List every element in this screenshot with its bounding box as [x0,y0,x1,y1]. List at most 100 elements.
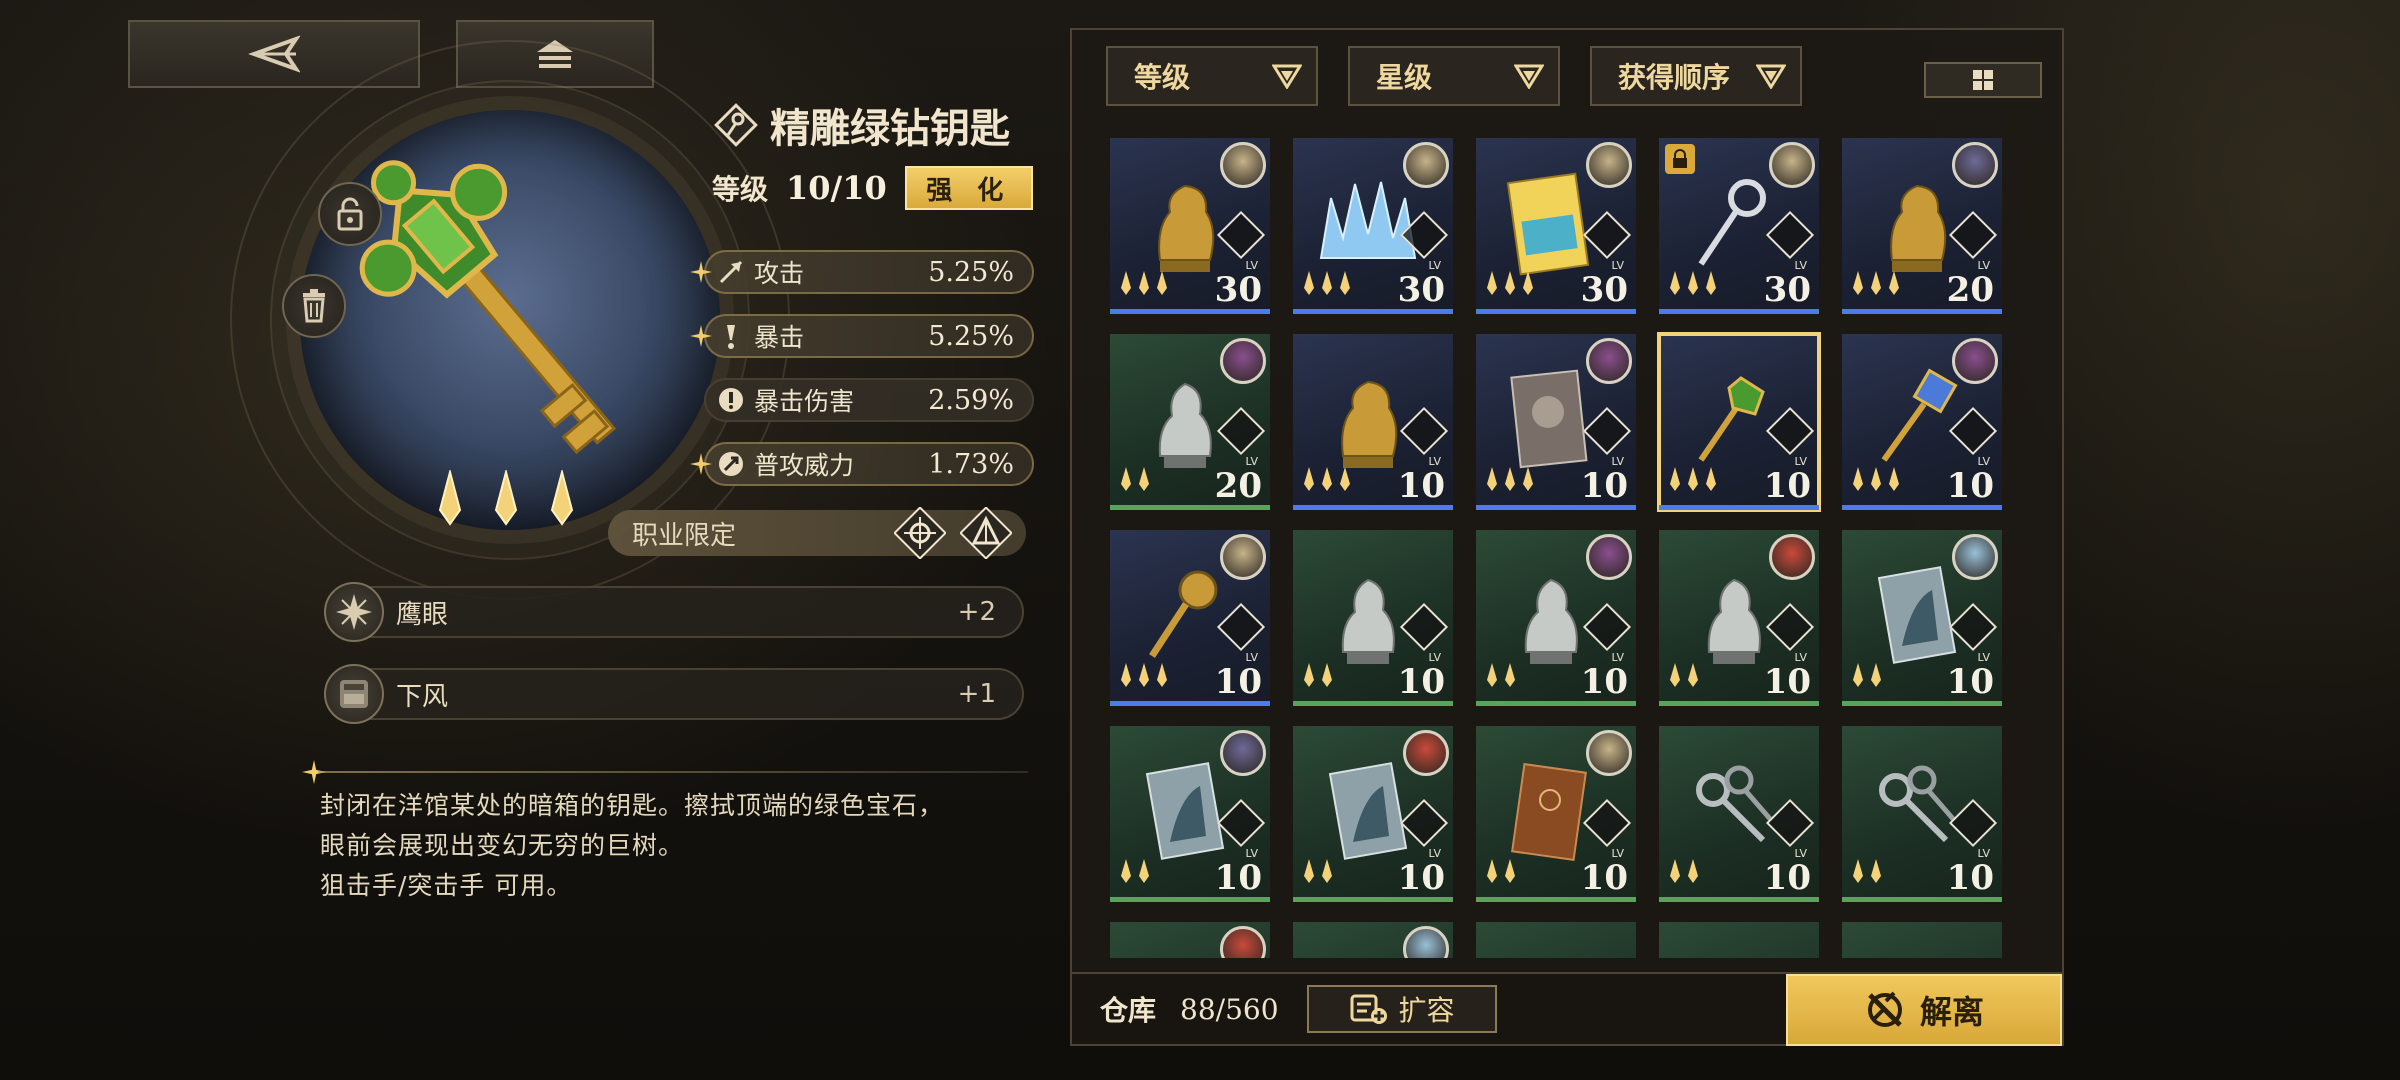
item-stars [1301,858,1335,888]
owner-avatar [1586,338,1632,384]
star-icon [1301,270,1317,300]
star-icon [1667,270,1683,300]
inventory-item[interactable]: LV 10 [1293,726,1453,902]
star-icon [1868,858,1884,888]
item-stars [1850,662,1884,692]
inventory-item[interactable]: LV 10 [1842,334,2002,510]
filter-level[interactable]: 等级 [1106,46,1318,106]
enhance-button[interactable]: 强 化 [904,166,1033,210]
item-art [1679,560,1789,670]
item-stars [1301,662,1335,692]
item-level: 20 [1946,270,1994,310]
inventory-item[interactable] [1842,922,2002,958]
stat-attack: 攻击 5.25% [690,250,1034,294]
inventory-item[interactable]: LV 10 [1476,726,1636,902]
stat-value: 1.73% [928,448,1014,480]
star-icon [1301,662,1317,692]
item-level: 10 [1763,466,1811,506]
filter-label: 星级 [1376,61,1433,94]
skill-row-hawkeye[interactable]: 鹰眼 +2 [324,582,1024,642]
inventory-item[interactable]: LV 10 [1659,530,1819,706]
inventory-item[interactable]: LV 10 [1293,334,1453,510]
inventory-item[interactable] [1659,922,1819,958]
skill-value: +2 [957,597,996,627]
owner-avatar [1220,534,1266,580]
item-stars [1118,858,1152,888]
expand-button[interactable]: 扩容 [1306,985,1497,1033]
star-icon [1154,662,1170,692]
stat-crit: 暴击 5.25% [690,314,1034,358]
owner-avatar [1586,730,1632,776]
level-label: 等级 [712,173,769,206]
inventory-item[interactable]: LV 30 [1110,138,1270,314]
rarity-bar [1293,309,1453,314]
inventory-item[interactable]: LV 30 [1476,138,1636,314]
rarity-bar [1659,505,1819,510]
star-icon [1667,466,1683,496]
grid-view-button[interactable] [1924,62,2042,98]
dropdown-triangle-icon [1514,64,1544,89]
star-icon [1136,466,1152,496]
stat-value: 5.25% [928,320,1014,352]
inventory-item[interactable]: LV 10 [1659,726,1819,902]
inventory-item[interactable]: LV 10 [1657,332,1821,512]
item-art [1313,364,1423,474]
star-icon [1667,662,1683,692]
inventory-item[interactable]: LV 10 [1842,726,2002,902]
inventory-item[interactable]: LV 10 [1476,530,1636,706]
assault-class-icon [960,507,1012,559]
rarity-bar [1293,897,1453,902]
inventory-item[interactable]: LV 30 [1293,138,1453,314]
item-stars [1484,662,1518,692]
description-line: 眼前会展现出变幻无穷的巨树。 [320,831,685,860]
item-art [1130,756,1240,866]
owner-avatar [1403,730,1449,776]
item-level: 20 [1214,466,1262,506]
star-icon [1703,270,1719,300]
inventory-item[interactable]: LV 10 [1293,530,1453,706]
description-line: 封闭在洋馆某处的暗箱的钥匙。擦拭顶端的绿色宝石， [320,791,945,820]
rarity-bar [1842,309,2002,314]
item-level: 30 [1763,270,1811,310]
filter-label: 等级 [1134,61,1191,94]
item-art [1679,756,1789,866]
item-level: 10 [1580,466,1628,506]
filter-star[interactable]: 星级 [1348,46,1560,106]
star-icon [1850,858,1866,888]
item-art [1130,364,1240,474]
rarity-bar [1476,701,1636,706]
inventory-item[interactable] [1110,922,1270,958]
crit-damage-icon [719,388,743,412]
filter-acquire-order[interactable]: 获得顺序 [1590,46,1802,106]
item-level: 30 [1580,270,1628,310]
inventory-item[interactable]: LV 10 [1842,530,2002,706]
expand-storage-icon [1350,994,1387,1024]
stat-crit-damage: 暴击伤害 2.59% [704,378,1034,422]
inventory-item[interactable]: LV 30 [1659,138,1819,314]
inventory-item[interactable]: LV 10 [1110,726,1270,902]
star-icon [1484,858,1500,888]
discard-button[interactable] [282,274,346,338]
inventory-item[interactable]: LV 10 [1476,334,1636,510]
downwind-icon [340,680,368,708]
item-art [1496,560,1606,670]
star-icon [1502,270,1518,300]
inventory-item[interactable] [1293,922,1453,958]
skill-row-downwind[interactable]: 下风 +1 [324,664,1024,724]
rarity-bar [1842,701,2002,706]
rarity-bar [1293,701,1453,706]
inventory-item[interactable] [1476,922,1636,958]
star-icon [550,470,574,526]
inventory-item[interactable]: LV 20 [1842,138,2002,314]
lock-toggle-button[interactable] [318,182,382,246]
dropdown-triangle-icon [1756,64,1786,89]
rarity-bar [1842,897,2002,902]
inventory-item[interactable]: LV 10 [1110,530,1270,706]
sniper-class-icon [894,507,946,559]
owner-avatar [1403,926,1449,958]
star-icon [1319,270,1335,300]
inventory-item[interactable]: LV 20 [1110,334,1270,510]
dismantle-button[interactable]: 解离 [1786,974,2062,1046]
item-title-row: 精雕绿钻钥匙 [712,96,1010,154]
item-art [1679,168,1789,278]
